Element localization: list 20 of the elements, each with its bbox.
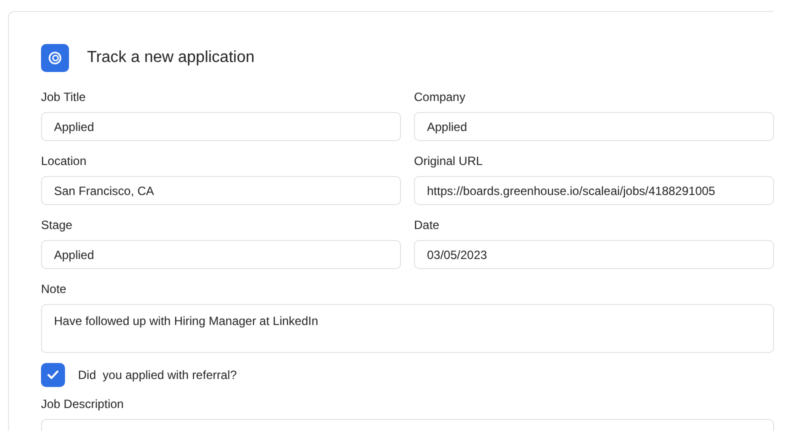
form-title: Track a new application xyxy=(87,49,254,67)
logo-icon xyxy=(41,44,69,72)
field-label: Location xyxy=(41,154,88,168)
input-field[interactable]: San Francisco, CA xyxy=(41,176,401,205)
field-label: Note xyxy=(41,282,68,296)
field-label: Company xyxy=(414,90,466,104)
field-label: Date xyxy=(414,218,440,232)
check-icon xyxy=(47,370,59,380)
field-label: Original URL xyxy=(414,154,484,168)
note-field[interactable]: Have followed up with Hiring Manager at LinkedIn xyxy=(41,304,774,353)
checkbox-label: Did you applied with referral? xyxy=(78,368,237,382)
input-field[interactable]: Applied xyxy=(41,112,401,141)
field-label: Stage xyxy=(41,218,74,232)
input-field[interactable]: 03/05/2023 xyxy=(414,240,774,269)
referral-checkbox[interactable] xyxy=(41,363,65,387)
input-field[interactable]: https://boards.greenhouse.io/scaleai/jobs/4188291005 xyxy=(414,176,774,205)
field-label: Job Description xyxy=(41,397,125,411)
field-label: Job Title xyxy=(41,90,87,104)
input-field[interactable]: Applied xyxy=(414,112,774,141)
input-field[interactable]: Applied xyxy=(41,240,401,269)
